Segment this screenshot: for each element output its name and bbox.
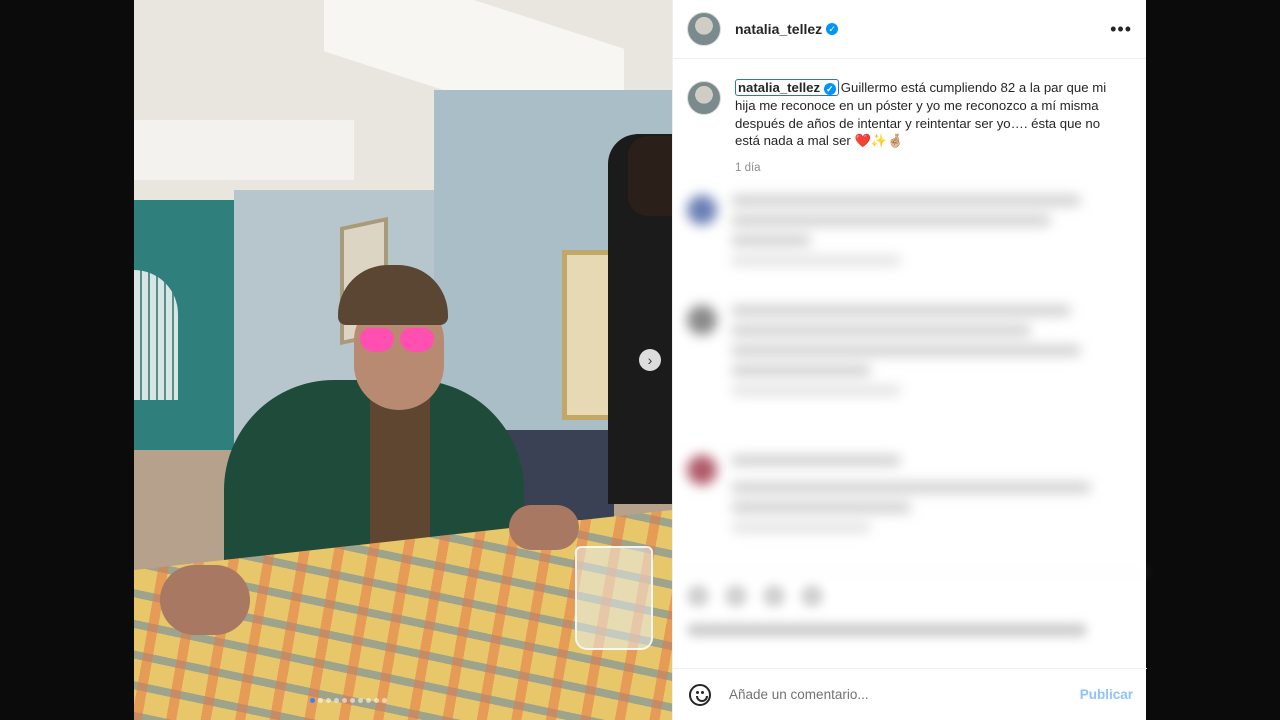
carousel-dot [326,698,331,703]
carousel-dot [382,698,387,703]
carousel-dot [310,698,315,703]
verified-badge-icon: ✓ [826,23,839,35]
carousel-dot [366,698,371,703]
caption-username[interactable]: natalia_tellez ✓ [735,79,839,96]
post-modal: › natalia_tellez ✓ ••• natalia_tellez ✓ G… [134,0,1147,720]
photo-heart-glasses [360,328,438,354]
carousel-dot [334,698,339,703]
caption-text-block: natalia_tellez ✓ Guillermo está cumpliend… [735,79,1119,178]
post-photo[interactable]: › [134,0,672,720]
publish-button[interactable]: Publicar [1080,687,1133,702]
post-username[interactable]: natalia_tellez [735,21,822,37]
caption: natalia_tellez ✓ Guillermo está cumpliend… [673,59,1146,178]
post-side-panel: natalia_tellez ✓ ••• natalia_tellez ✓ Gui… [672,0,1147,720]
photo-water-glass [575,546,653,650]
carousel-dots [310,698,387,703]
emoji-icon[interactable] [689,683,711,706]
avatar[interactable] [687,12,721,46]
blurred-actions [673,572,1147,663]
verified-badge-icon: ✓ [823,82,836,95]
more-options-icon[interactable]: ••• [1110,19,1132,40]
carousel-dot [358,698,363,703]
carousel-dot [318,698,323,703]
caption-timestamp[interactable]: 1 día [735,160,1119,178]
caption-avatar[interactable] [687,81,721,115]
post-header: natalia_tellez ✓ ••• [673,0,1146,59]
photo-beam-left [134,120,354,180]
comment-box: Publicar [673,668,1147,720]
comment-input[interactable] [727,686,1080,703]
photo-left-hand [160,565,250,635]
carousel-dot [350,698,355,703]
carousel-dot [374,698,379,703]
photo-right-hand [509,505,579,550]
chevron-right-icon[interactable]: › [639,349,661,371]
carousel-dot [342,698,347,703]
blurred-comments [673,185,1147,565]
photo-background-head [628,136,672,216]
